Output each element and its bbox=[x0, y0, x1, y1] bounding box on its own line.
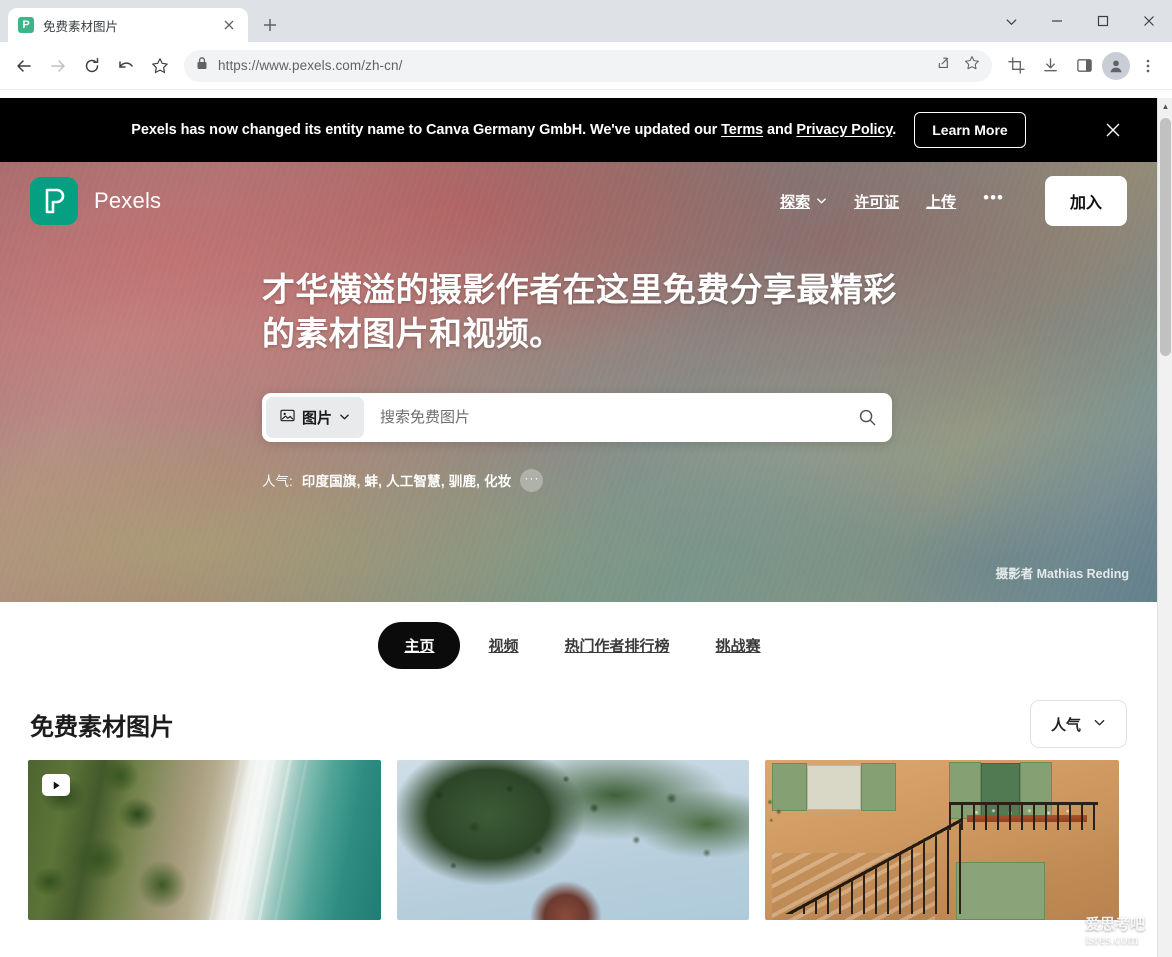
tab-title: 免费素材图片 bbox=[43, 19, 119, 34]
watermark-line-1: 爱思考吧 bbox=[1084, 915, 1145, 933]
brand-name: Pexels bbox=[94, 188, 162, 213]
scroll-up-arrow-icon[interactable]: ▲ bbox=[1158, 98, 1172, 115]
star-outline-icon[interactable] bbox=[964, 55, 980, 76]
terms-link[interactable]: Terms bbox=[721, 122, 763, 138]
nav-item-upload-label: 上传 bbox=[926, 193, 957, 211]
reload-icon[interactable] bbox=[76, 50, 108, 82]
tab-strip: P 免费素材图片 bbox=[0, 0, 1172, 42]
tab-leaderboard[interactable]: 热门作者排行榜 bbox=[547, 622, 688, 669]
undo-arrow-icon[interactable] bbox=[110, 50, 142, 82]
grid-item-staircase[interactable] bbox=[765, 760, 1119, 920]
notice-text-between: and bbox=[763, 122, 797, 138]
tab-home[interactable]: 主页 bbox=[378, 621, 461, 669]
tab-videos[interactable]: 视频 bbox=[470, 622, 536, 669]
forward-arrow-icon[interactable] bbox=[42, 50, 74, 82]
media-type-dropdown[interactable]: 图片 bbox=[266, 396, 365, 438]
page-scrollbar[interactable]: ▲ bbox=[1157, 98, 1172, 957]
hero-section: Pexels 探索 许可证 上传 ••• 加入 才华横溢的摄影作者在这里免费分享… bbox=[0, 162, 1157, 602]
maximize-button[interactable] bbox=[1080, 0, 1126, 42]
photo-thumbnail bbox=[28, 760, 381, 920]
browser-toolbar: https://www.pexels.com/zh-cn/ bbox=[0, 42, 1172, 90]
browser-window: P 免费素材图片 https://www.pexels.com/zh-cn/ P… bbox=[0, 0, 1172, 957]
photo-detail-railing-horizontal bbox=[949, 801, 1098, 831]
search-icon[interactable] bbox=[842, 393, 892, 442]
share-icon[interactable] bbox=[934, 55, 950, 76]
new-tab-button[interactable] bbox=[256, 11, 284, 39]
hero-search-bar: 图片 bbox=[262, 392, 892, 442]
privacy-policy-link[interactable]: Privacy Policy bbox=[796, 122, 892, 138]
scrollbar-thumb[interactable] bbox=[1160, 118, 1171, 356]
back-arrow-icon[interactable] bbox=[8, 50, 40, 82]
notice-text-before: Pexels has now changed its entity name t… bbox=[131, 122, 722, 138]
hero-title-line2: 的素材图片和视频。 bbox=[262, 314, 563, 352]
site-header: Pexels 探索 许可证 上传 ••• 加入 bbox=[0, 162, 1157, 240]
photo-thumbnail bbox=[397, 760, 749, 920]
sort-dropdown-label: 人气 bbox=[1050, 716, 1081, 734]
side-panel-icon[interactable] bbox=[1068, 50, 1100, 82]
notice-close-icon[interactable] bbox=[1099, 116, 1127, 144]
hero-body: 才华横溢的摄影作者在这里免费分享最精彩 的素材图片和视频。 图片 搜索免费图片 … bbox=[0, 240, 1157, 492]
photo-detail-waves bbox=[28, 760, 381, 920]
media-type-label: 图片 bbox=[302, 409, 333, 427]
watermark-line-2: isres.com bbox=[1084, 932, 1139, 948]
notice-text-after: . bbox=[892, 122, 897, 138]
chevron-down-icon bbox=[816, 193, 827, 210]
favicon-icon: P bbox=[18, 17, 34, 33]
image-icon bbox=[280, 408, 295, 427]
bookmark-star-icon[interactable] bbox=[144, 50, 176, 82]
sort-dropdown[interactable]: 人气 bbox=[1029, 700, 1127, 748]
minimize-button[interactable] bbox=[1034, 0, 1080, 42]
tab-close-icon[interactable] bbox=[220, 16, 238, 34]
notice-text: Pexels has now changed its entity name t… bbox=[131, 122, 896, 138]
browser-tab[interactable]: P 免费素材图片 bbox=[8, 8, 248, 42]
profile-avatar-icon[interactable] bbox=[1102, 51, 1130, 80]
download-icon[interactable] bbox=[1034, 50, 1066, 82]
popular-more-icon[interactable]: ··· bbox=[520, 468, 544, 492]
chevron-down-icon bbox=[1093, 716, 1106, 733]
window-controls bbox=[988, 0, 1172, 42]
chevron-down-icon bbox=[339, 409, 350, 426]
hero-title: 才华横溢的摄影作者在这里免费分享最精彩 的素材图片和视频。 bbox=[262, 268, 902, 356]
nav-item-explore-label: 探索 bbox=[780, 193, 811, 211]
nav-item-license-label: 许可证 bbox=[854, 193, 900, 211]
pexels-logo-icon bbox=[30, 177, 78, 225]
join-button[interactable]: 加入 bbox=[1044, 176, 1127, 226]
nav-item-license[interactable]: 许可证 bbox=[854, 191, 899, 212]
play-icon bbox=[42, 774, 70, 796]
page-title: 免费素材图片 bbox=[30, 713, 174, 741]
photo-detail-foliage bbox=[397, 760, 749, 920]
photo-grid bbox=[0, 760, 1157, 920]
address-bar-url: https://www.pexels.com/zh-cn/ bbox=[218, 58, 403, 73]
photo-detail-railing-handrail bbox=[775, 792, 964, 914]
address-bar[interactable]: https://www.pexels.com/zh-cn/ bbox=[184, 49, 992, 82]
crop-icon[interactable] bbox=[1000, 50, 1032, 82]
pexels-page: Pexels has now changed its entity name t… bbox=[0, 98, 1157, 957]
ellipsis-icon[interactable]: ••• bbox=[983, 188, 1004, 214]
photo-credit[interactable]: 摄影者 Mathias Reding bbox=[996, 563, 1129, 582]
hero-title-line1: 才华横溢的摄影作者在这里免费分享最精彩 bbox=[262, 271, 897, 308]
popular-label: 人气: bbox=[262, 474, 293, 490]
grid-item-portrait[interactable] bbox=[397, 760, 749, 920]
section-header: 免费素材图片 人气 bbox=[0, 688, 1157, 760]
three-dot-menu-icon[interactable] bbox=[1132, 50, 1164, 82]
tab-search-chevron-icon[interactable] bbox=[988, 0, 1034, 42]
site-navigation: 探索 许可证 上传 ••• 加入 bbox=[780, 176, 1127, 226]
tab-challenges[interactable]: 挑战赛 bbox=[698, 622, 779, 669]
entity-name-notice-banner: Pexels has now changed its entity name t… bbox=[0, 98, 1157, 162]
brand-logo[interactable]: Pexels bbox=[30, 177, 161, 225]
close-window-button[interactable] bbox=[1126, 0, 1172, 42]
learn-more-button[interactable]: Learn More bbox=[914, 112, 1026, 148]
popular-tags-row: 人气: 印度国旗, 蚌, 人工智慧, 驯鹿, 化妆 ··· bbox=[262, 468, 1157, 492]
lock-icon bbox=[196, 56, 208, 75]
nav-item-explore[interactable]: 探索 bbox=[780, 191, 827, 212]
nav-item-upload[interactable]: 上传 bbox=[926, 191, 956, 212]
popular-tags[interactable]: 印度国旗, 蚌, 人工智慧, 驯鹿, 化妆 bbox=[302, 470, 512, 490]
content-tabs: 主页 视频 热门作者排行榜 挑战赛 bbox=[0, 602, 1157, 688]
grid-item-coastline[interactable] bbox=[28, 760, 381, 920]
page-viewport: Pexels has now changed its entity name t… bbox=[0, 98, 1172, 957]
search-input[interactable] bbox=[380, 408, 826, 426]
site-watermark: 爱思考吧 isres.com bbox=[1085, 916, 1145, 949]
photo-thumbnail bbox=[765, 760, 1119, 920]
